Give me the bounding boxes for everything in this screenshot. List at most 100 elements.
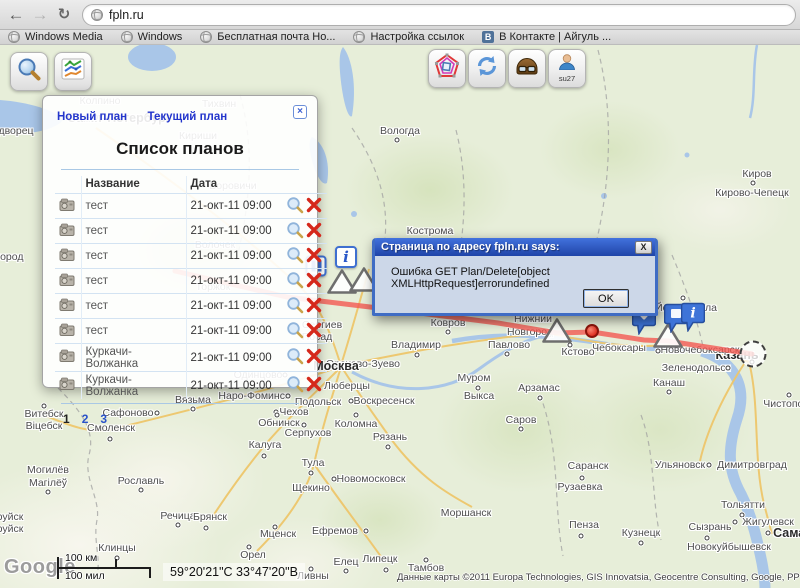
bookmark-item[interactable]: Настройка ссылок [353,31,464,43]
user-profile-button[interactable]: su27 [548,49,586,88]
delete-plan-icon[interactable] [306,322,322,341]
globe-favicon-icon [200,31,212,43]
view-plan-magnifier-icon[interactable] [286,375,304,396]
plans-header-row: Название Дата [55,176,327,194]
alert-message: Ошибка GET Plan/Delete[object XMLHttpReq… [375,256,655,290]
plan-name: тест [81,294,186,319]
plan-date: 21-окт-11 09:00 [186,319,281,344]
pilot-mode-button[interactable] [508,49,546,88]
magnifier-icon [16,56,42,87]
scale-bar: 100 км 100 мил [57,550,157,582]
column-header-date: Дата [186,176,281,194]
forward-button[interactable]: → [28,2,52,28]
view-plan-magnifier-icon[interactable] [286,321,304,342]
alert-title-bar: Страница по адресу fpln.ru says: [375,238,655,256]
triangle-marker[interactable] [542,318,572,349]
helmet-icon [514,53,540,84]
plan-date: 21-окт-11 09:00 [186,219,281,244]
bookmark-item[interactable]: Windows [121,31,183,43]
new-plan-link[interactable]: Новый план [57,111,127,123]
plan-name: тест [81,194,186,219]
delete-plan-icon[interactable] [306,272,322,291]
plan-row: тест21-окт-11 09:00 [55,194,327,219]
plan-date: 21-окт-11 09:00 [186,344,281,372]
url-text: fpln.ru [109,8,144,22]
globe-favicon-icon [121,31,133,43]
current-plan-link[interactable]: Текущий план [148,111,228,123]
plan-row: тест21-окт-11 09:00 [55,269,327,294]
plans-panel: Новый план Текущий план Список планов На… [42,95,318,388]
plan-type-icon [55,319,81,344]
plan-name: Куркачи-Волжанка [81,372,186,400]
delete-plan-icon[interactable] [306,376,322,395]
plan-row: Куркачи-Волжанка21-окт-11 09:00 [55,344,327,372]
delete-plan-icon[interactable] [306,197,322,216]
delete-plan-icon[interactable] [306,247,322,266]
plans-list-button[interactable] [54,52,92,91]
bookmark-item[interactable]: Windows Media [8,31,103,43]
panel-links: Новый план Текущий план [43,96,317,125]
back-button[interactable]: ← [4,2,28,28]
scale-miles-label: 100 мил [65,570,105,582]
plan-date: 21-окт-11 09:00 [186,372,281,400]
view-plan-magnifier-icon[interactable] [286,296,304,317]
pagination: 123 [63,412,317,426]
plan-date: 21-окт-11 09:00 [186,244,281,269]
view-plan-magnifier-icon[interactable] [286,271,304,292]
delete-plan-icon[interactable] [306,297,322,316]
alert-dialog: Страница по адресу fpln.ru says: Ошибка … [372,238,658,316]
plan-date: 21-окт-11 09:00 [186,269,281,294]
plan-row: тест21-окт-11 09:00 [55,244,327,269]
refresh-button[interactable] [468,49,506,88]
plan-name: Куркачи-Волжанка [81,344,186,372]
bookmark-item[interactable]: ВВ Контакте | Айгуль ... [482,31,611,43]
zones-button[interactable] [428,49,466,88]
page-link[interactable]: 2 [82,412,89,426]
plan-row: Куркачи-Волжанка21-окт-11 09:00 [55,372,327,400]
plan-name: тест [81,219,186,244]
divider [61,403,299,404]
plan-row: тест21-окт-11 09:00 [55,294,327,319]
balloon-i-marker[interactable]: i [681,301,705,337]
delete-plan-icon[interactable] [306,348,322,367]
end-circle-marker[interactable] [740,341,767,368]
red-dot-marker[interactable] [585,324,599,338]
polygon-icon [434,53,460,84]
divider [61,169,299,170]
url-bar[interactable]: fpln.ru [82,4,796,26]
plan-date: 21-окт-11 09:00 [186,194,281,219]
info-square-marker[interactable] [335,246,357,268]
plan-date: 21-окт-11 09:00 [186,294,281,319]
column-header-name: Название [81,176,186,194]
view-plan-magnifier-icon[interactable] [286,221,304,242]
alert-close-icon[interactable] [635,241,652,254]
plan-name: тест [81,319,186,344]
view-plan-magnifier-icon[interactable] [286,196,304,217]
page-link[interactable]: 3 [100,412,107,426]
user-icon [557,54,577,75]
refresh-icon [474,53,500,84]
map-attribution: Данные карты ©2011 Europa Technologies, … [397,572,800,583]
plans-title: Список планов [43,139,317,159]
bookmarks-bar: Windows Media Windows Бесплатная почта Но.… [0,30,800,45]
bookmark-label: Windows [138,31,183,43]
ok-button[interactable]: OK [583,289,629,308]
bookmark-item[interactable]: Бесплатная почта Но... [200,31,335,43]
screen: ← → ↻ fpln.ru Windows Media Windows Беспла… [0,0,800,588]
reload-icon[interactable]: ↻ [52,2,76,28]
plan-type-icon [55,244,81,269]
plans-table: Название Дата тест21-окт-11 09:00тест21-… [55,176,327,399]
site-favicon-icon [91,9,103,21]
username-label: su27 [559,74,575,83]
bookmark-label: Настройка ссылок [370,31,464,43]
panel-close-icon[interactable] [293,105,307,119]
plan-type-icon [55,294,81,319]
vk-favicon-icon: В [482,31,494,43]
search-map-button[interactable] [10,52,48,91]
view-plan-magnifier-icon[interactable] [286,347,304,368]
globe-favicon-icon [353,31,365,43]
view-plan-magnifier-icon[interactable] [286,246,304,267]
plans-table-body: тест21-окт-11 09:00тест21-окт-11 09:00те… [55,194,327,400]
scale-km-label: 100 км [65,552,97,564]
delete-plan-icon[interactable] [306,222,322,241]
